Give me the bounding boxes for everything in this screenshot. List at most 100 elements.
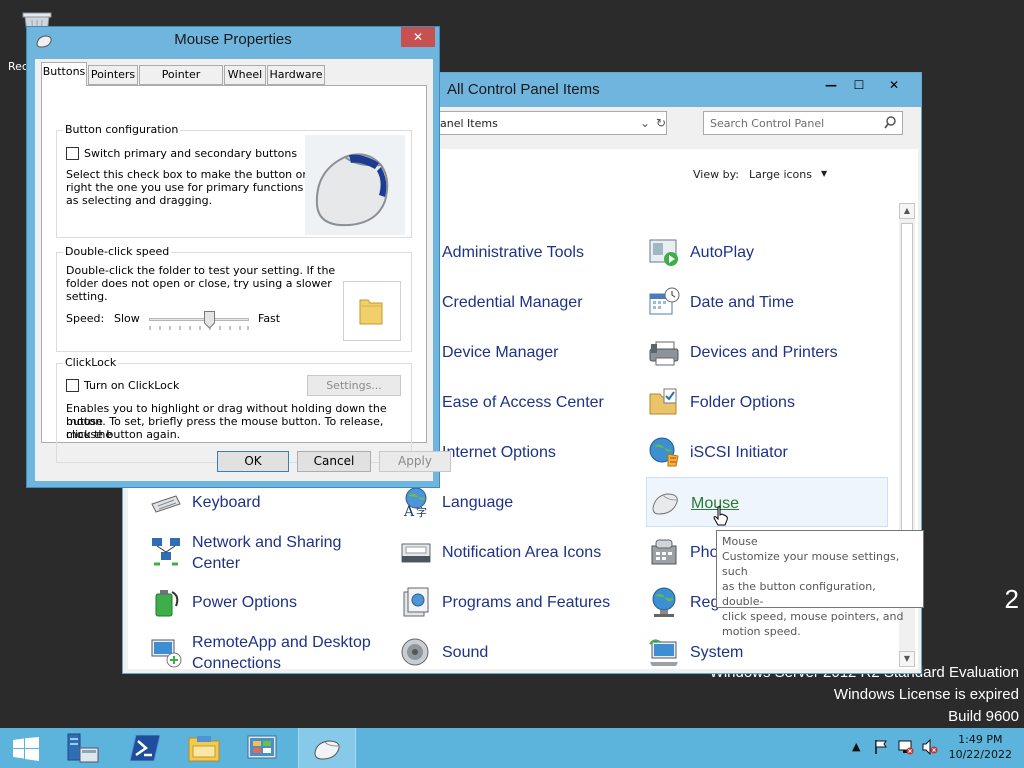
cp-item-mouse[interactable]: Mouse — [646, 477, 888, 527]
clicklock-settings-button[interactable]: Settings... — [307, 375, 401, 396]
control-panel-title: All Control Panel Items — [447, 81, 600, 98]
button-configuration-group: Button configuration Switch primary and … — [56, 123, 412, 238]
cp-item-label-line1: Network and Sharing — [192, 534, 342, 551]
start-button[interactable] — [0, 728, 58, 768]
cp-item-label: Date and Time — [690, 294, 795, 311]
tab-pointers[interactable]: Pointers — [88, 65, 138, 85]
system-icon — [649, 639, 678, 666]
network-icon — [152, 538, 180, 566]
folder-options-icon — [649, 388, 677, 415]
group-caption: Button configuration — [63, 123, 181, 136]
mouse-illustration — [305, 135, 405, 235]
clicklock-checkbox[interactable] — [66, 379, 79, 392]
switch-buttons-label: Switch primary and secondary buttons — [84, 147, 298, 160]
mouse-tooltip: Mouse Customize your mouse settings, suc… — [716, 530, 924, 638]
tooltip-title: Mouse — [722, 535, 758, 548]
mouse-icon — [652, 493, 678, 515]
refresh-icon[interactable]: ↻ — [656, 116, 666, 130]
cp-item-region[interactable]: Reg — [648, 582, 720, 622]
mouse-icon — [314, 740, 340, 760]
svg-text:A: A — [403, 504, 415, 518]
dropdown-arrow-icon[interactable]: ▼ — [821, 169, 827, 178]
taskbar-mouse-properties[interactable] — [298, 728, 356, 768]
programs-features-icon — [403, 587, 429, 617]
cp-item-keyboard[interactable]: Keyboard — [150, 482, 370, 522]
tab-wheel[interactable]: Wheel — [224, 65, 266, 85]
dialog-title[interactable]: Mouse Properties — [27, 31, 439, 48]
cp-item-notification-area-icons[interactable]: Notification Area Icons — [400, 532, 630, 572]
chevron-down-icon[interactable]: ⌄ — [640, 116, 650, 130]
tab-hardware[interactable]: Hardware — [267, 65, 325, 85]
cp-item-label: Notification Area Icons — [442, 544, 602, 561]
file-explorer-icon — [188, 736, 220, 762]
clicklock-desc: mouse button again. — [66, 428, 181, 441]
taskbar-server-manager[interactable] — [58, 728, 116, 768]
iscsi-globe-icon — [649, 437, 679, 467]
clock-date: 10/22/2022 — [948, 748, 1012, 761]
minimize-button[interactable]: — — [817, 75, 845, 95]
mouse-illustration-icon — [315, 153, 389, 227]
cp-item-sound[interactable]: Sound — [400, 632, 620, 672]
clock-time: 1:49 PM — [958, 733, 1003, 746]
double-click-desc: folder does not open or close, try using… — [66, 277, 332, 290]
cp-item-label: Pho — [690, 544, 719, 561]
cp-item-date-and-time[interactable]: Date and Time — [648, 282, 868, 322]
dialog-close-button[interactable]: ✕ — [401, 27, 435, 47]
cp-item-label-line2: Connections — [192, 655, 281, 668]
search-input[interactable]: Search Control Panel — [703, 111, 903, 135]
action-center-flag-icon[interactable] — [874, 739, 888, 755]
scroll-thumb[interactable] — [901, 223, 913, 571]
cp-item-devices-and-printers[interactable]: Devices and Printers — [648, 332, 868, 372]
search-icon[interactable] — [884, 116, 896, 130]
cancel-button[interactable]: Cancel — [297, 451, 371, 472]
cp-item-remoteapp-and-desktop-connections[interactable]: RemoteApp and Desktop Connections — [150, 632, 380, 668]
switch-buttons-checkbox[interactable] — [66, 147, 79, 160]
tab-buttons[interactable]: Buttons — [41, 62, 87, 86]
double-click-speed-group: Double-click speed Double-click the fold… — [56, 245, 412, 352]
volume-muted-icon[interactable] — [922, 739, 938, 755]
cp-item-language[interactable]: A字 Language — [400, 482, 620, 522]
cp-item-programs-and-features[interactable]: Programs and Features — [400, 582, 630, 622]
cp-item-power-options[interactable]: Power Options — [150, 582, 370, 622]
cp-item-network-and-sharing-center[interactable]: Network and Sharing Center — [150, 532, 380, 576]
tab-pointer-options[interactable]: Pointer Options — [139, 65, 223, 99]
folder-icon[interactable] — [358, 296, 386, 326]
scroll-down-arrow-icon[interactable]: ▼ — [899, 651, 915, 667]
cp-item-phone-and-modem[interactable]: Pho — [648, 532, 718, 572]
slider-thumb[interactable] — [204, 311, 215, 329]
ok-button[interactable]: OK — [217, 451, 289, 472]
phone-modem-icon — [651, 539, 677, 565]
slider-track — [149, 318, 249, 321]
apply-button[interactable]: Apply — [379, 451, 451, 472]
scroll-up-arrow-icon[interactable]: ▲ — [899, 203, 915, 219]
address-bar[interactable]: anel Items ⌄ ↻ — [433, 111, 667, 135]
cp-item-autoplay[interactable]: AutoPlay — [648, 232, 868, 272]
close-button[interactable]: ✕ — [877, 75, 911, 95]
taskbar-powershell[interactable] — [116, 728, 174, 768]
taskbar-file-explorer[interactable] — [174, 728, 232, 768]
cp-item-folder-options[interactable]: Folder Options — [648, 382, 868, 422]
calendar-clock-icon — [649, 287, 680, 315]
view-by-dropdown[interactable]: Large icons — [749, 168, 812, 181]
taskbar-control-panel[interactable] — [232, 728, 290, 768]
network-icon[interactable] — [898, 739, 914, 755]
group-caption: ClickLock — [63, 356, 119, 369]
view-by-label: View by: — [693, 168, 739, 181]
remoteapp-icon — [151, 639, 182, 668]
show-hidden-arrow-icon[interactable]: ▲ — [852, 740, 860, 753]
maximize-button[interactable]: ☐ — [845, 75, 873, 95]
buttons-tab-page: Button configuration Switch primary and … — [41, 85, 427, 463]
test-folder-area[interactable] — [343, 281, 401, 341]
tooltip-line: as the button configuration, double- — [722, 580, 876, 608]
cp-item-label: iSCSI Initiator — [690, 444, 788, 461]
slider-ticks — [149, 326, 249, 330]
watermark-edition-tail: 2 — [1004, 584, 1019, 614]
button-config-desc: as selecting and dragging. — [66, 194, 213, 207]
cp-item-iscsi-initiator[interactable]: iSCSI Initiator — [648, 432, 868, 472]
cp-item-label: Reg — [690, 594, 720, 611]
cp-item-label: Language — [442, 494, 514, 511]
double-click-desc: setting. — [66, 290, 108, 303]
keyboard-icon — [151, 495, 181, 513]
double-click-speed-slider[interactable] — [149, 311, 249, 335]
taskbar-clock[interactable]: 1:49 PM 10/22/2022 — [949, 732, 1012, 762]
